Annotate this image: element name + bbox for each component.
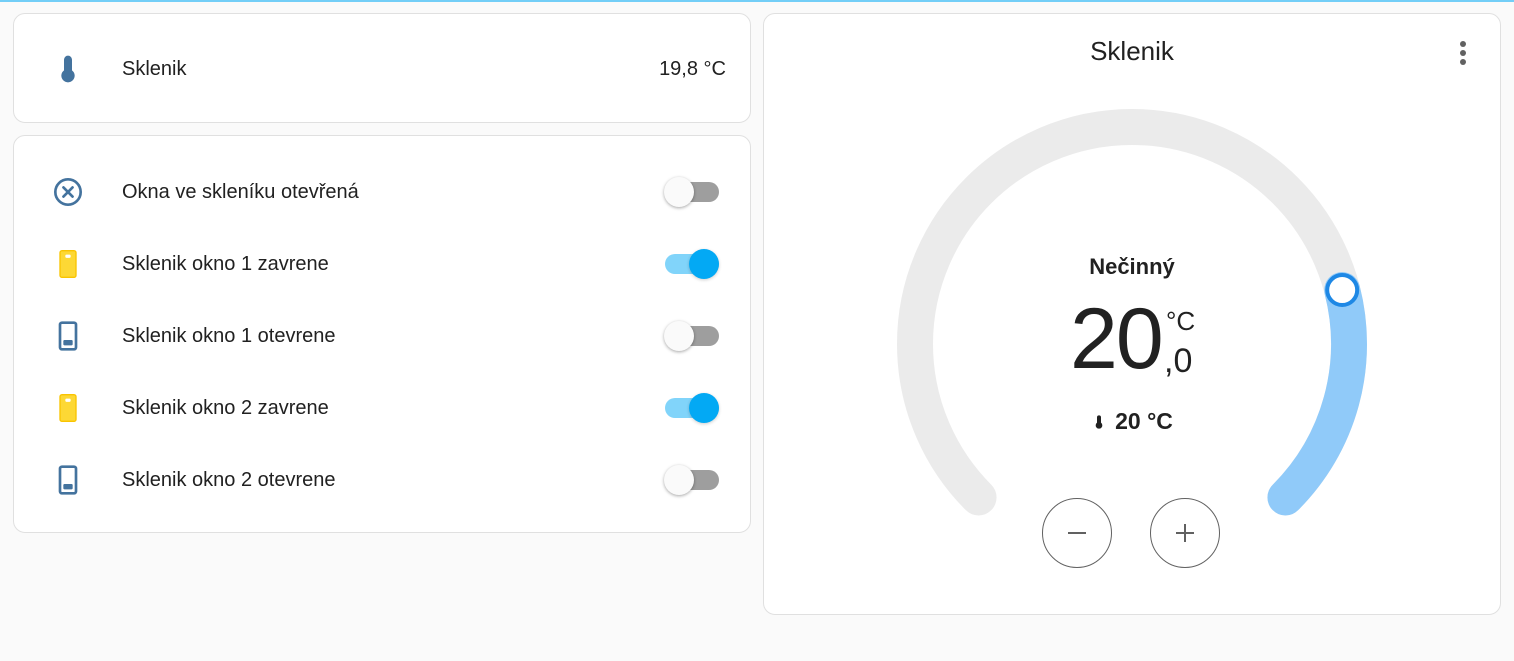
entity-toggle[interactable] <box>664 465 719 495</box>
target-temperature-decimal: ,0 <box>1164 342 1193 380</box>
entity-row-window2-open[interactable]: Sklenik okno 2 otevrene <box>14 452 750 508</box>
current-temperature: 20 °C <box>764 408 1500 435</box>
sensor-card: Sklenik 19,8 °C <box>13 13 751 123</box>
target-temperature-integer: 20 <box>1070 291 1164 387</box>
dial-range <box>1267 272 1367 516</box>
window-closed-icon <box>52 392 84 424</box>
window-closed-icon <box>52 248 84 280</box>
entity-label: Sklenik okno 2 zavrene <box>122 396 329 419</box>
entity-toggle[interactable] <box>665 393 719 423</box>
decrease-temperature-button[interactable] <box>1042 498 1112 568</box>
thermostat-card: Sklenik Nečinný 20 °C ,0 20 °C <box>763 13 1501 615</box>
thermometer-icon <box>1095 414 1103 429</box>
sensor-row[interactable]: Sklenik 19,8 °C <box>14 41 750 97</box>
entity-toggle[interactable] <box>664 321 719 351</box>
current-temperature-value: 20 °C <box>1115 408 1173 434</box>
entity-label: Sklenik okno 1 zavrene <box>122 252 329 275</box>
entity-toggle[interactable] <box>664 177 719 207</box>
entity-row-window2-closed[interactable]: Sklenik okno 2 zavrene <box>14 380 750 436</box>
entity-row-window1-open[interactable]: Sklenik okno 1 otevrene <box>14 308 750 364</box>
entity-label: Okna ve skleníku otevřená <box>122 180 359 203</box>
entity-toggle[interactable] <box>665 249 719 279</box>
sensor-name: Sklenik <box>122 57 187 80</box>
window-open-icon <box>52 320 84 352</box>
thermometer-icon <box>52 53 84 85</box>
entity-label: Sklenik okno 1 otevrene <box>122 324 336 347</box>
plus-icon <box>1176 524 1194 542</box>
entity-row-window1-closed[interactable]: Sklenik okno 1 zavrene <box>14 236 750 292</box>
entities-card: Okna ve skleníku otevřená Sklenik okno 1… <box>13 135 751 533</box>
window-open-icon <box>52 464 84 496</box>
increase-temperature-button[interactable] <box>1150 498 1220 568</box>
target-temperature-unit: °C <box>1166 306 1196 336</box>
minus-icon <box>1068 532 1086 534</box>
entity-label: Sklenik okno 2 otevrene <box>122 468 336 491</box>
entity-row-windows-open[interactable]: Okna ve skleníku otevřená <box>14 164 750 220</box>
close-circle-outline-icon <box>52 176 84 208</box>
sensor-value: 19,8 °C <box>659 57 726 80</box>
top-accent-line <box>0 0 1514 2</box>
hvac-action: Nečinný <box>1089 254 1175 279</box>
